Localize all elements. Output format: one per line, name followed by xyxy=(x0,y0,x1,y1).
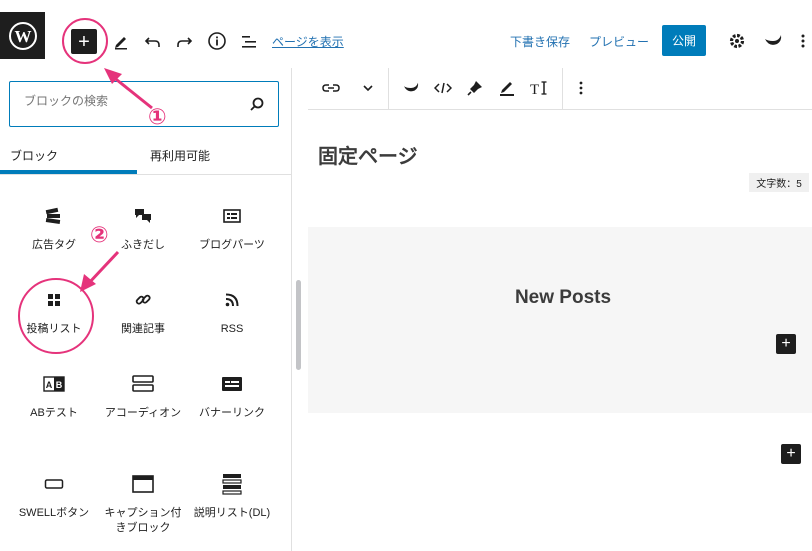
block-caption-block[interactable]: キャプション付きブロック xyxy=(103,472,183,536)
link-icon[interactable] xyxy=(320,78,342,98)
ad-tag-icon xyxy=(14,204,94,228)
block-label: アコーディオン xyxy=(104,407,182,419)
button-icon xyxy=(14,472,94,496)
banner-icon xyxy=(192,372,272,396)
swell-logo-icon[interactable] xyxy=(400,78,422,98)
more-options-icon[interactable] xyxy=(797,30,809,52)
description-list-icon xyxy=(192,472,272,496)
block-inserter-panel: ブロック 再利用可能 広告タグ ふきだし ブログパーツ 投稿リスト 関連記事 xyxy=(0,68,292,551)
text-size-icon[interactable]: T xyxy=(528,78,552,98)
toolbar-divider xyxy=(562,68,563,110)
block-related-posts[interactable]: 関連記事 xyxy=(103,288,183,337)
undo-icon[interactable] xyxy=(142,30,164,52)
svg-text:T: T xyxy=(530,82,539,96)
wordpress-logo-icon[interactable]: W xyxy=(0,12,45,59)
search-icon xyxy=(250,97,264,111)
code-icon[interactable] xyxy=(432,78,454,98)
block-label: 関連記事 xyxy=(121,323,165,335)
annotation-number-1: ① xyxy=(148,104,167,129)
chevron-down-icon[interactable] xyxy=(358,78,378,98)
top-toolbar: W + ページを表示 下書き保存 プレビュー 公開 xyxy=(0,0,812,68)
list-view-icon[interactable] xyxy=(238,30,260,52)
ab-test-icon: AB xyxy=(14,372,94,396)
active-tab-indicator xyxy=(0,170,137,174)
highlighter-icon[interactable] xyxy=(496,78,518,98)
add-block-inline-button[interactable]: + xyxy=(781,444,801,464)
accordion-icon xyxy=(103,372,183,396)
block-search-input[interactable] xyxy=(24,94,244,108)
block-label: キャプション付きブロック xyxy=(104,507,182,534)
blog-parts-icon xyxy=(192,204,272,228)
page-title[interactable]: 固定ページ xyxy=(318,140,418,169)
marker-icon[interactable] xyxy=(464,78,486,98)
block-label: バナーリンク xyxy=(199,407,265,419)
block-banner-link[interactable]: バナーリンク xyxy=(192,372,272,421)
save-draft-button[interactable]: 下書き保存 xyxy=(510,33,570,50)
block-speech-bubble[interactable]: ふきだし xyxy=(103,204,183,253)
add-block-inline-button[interactable]: + xyxy=(776,334,796,354)
publish-button[interactable]: 公開 xyxy=(662,25,706,56)
new-posts-heading[interactable]: New Posts xyxy=(308,287,812,309)
new-posts-block[interactable]: New Posts xyxy=(308,227,812,413)
annotation-number-2: ② xyxy=(90,222,109,247)
block-toolbar: T xyxy=(308,68,812,110)
more-options-icon[interactable] xyxy=(574,78,588,98)
add-block-button[interactable]: + xyxy=(71,29,97,54)
block-label: ブログパーツ xyxy=(199,239,265,251)
block-rss[interactable]: RSS xyxy=(192,288,272,337)
block-label: 投稿リスト xyxy=(26,323,82,335)
block-post-list[interactable]: 投稿リスト xyxy=(14,288,94,337)
caption-block-icon xyxy=(103,472,183,496)
view-page-link[interactable]: ページを表示 xyxy=(272,33,344,50)
sidebar-scrollbar[interactable] xyxy=(296,280,301,370)
pencil-icon[interactable] xyxy=(110,30,132,52)
gear-icon[interactable] xyxy=(726,30,748,52)
block-search-box[interactable] xyxy=(9,81,279,127)
block-label: SWELLボタン xyxy=(18,507,90,519)
rss-icon xyxy=(192,288,272,312)
char-count-badge: 文字数：5 xyxy=(749,173,809,192)
block-label: 広告タグ xyxy=(32,239,76,251)
block-label: ABテスト xyxy=(30,407,78,419)
tab-blocks[interactable]: ブロック xyxy=(10,147,58,164)
svg-text:A: A xyxy=(46,380,53,390)
block-accordion[interactable]: アコーディオン xyxy=(103,372,183,421)
block-description-list[interactable]: 説明リスト(DL) xyxy=(192,472,272,521)
block-ab-test[interactable]: AB ABテスト xyxy=(14,372,94,421)
block-label: 説明リスト(DL) xyxy=(193,507,271,519)
toolbar-divider xyxy=(388,68,389,110)
block-blog-parts[interactable]: ブログパーツ xyxy=(192,204,272,253)
swell-logo-icon[interactable] xyxy=(762,30,784,52)
link-icon xyxy=(103,288,183,312)
block-label: RSS xyxy=(220,323,244,335)
speech-bubble-icon xyxy=(103,204,183,228)
info-icon[interactable] xyxy=(206,30,228,52)
preview-button[interactable]: プレビュー xyxy=(589,33,649,50)
redo-icon[interactable] xyxy=(173,30,195,52)
block-ad-tag[interactable]: 広告タグ xyxy=(14,204,94,253)
grid-icon xyxy=(14,288,94,312)
svg-text:W: W xyxy=(14,27,31,46)
block-swell-button[interactable]: SWELLボタン xyxy=(14,472,94,521)
block-label: ふきだし xyxy=(121,239,165,251)
svg-text:B: B xyxy=(56,380,63,390)
tab-reusable[interactable]: 再利用可能 xyxy=(150,147,210,164)
